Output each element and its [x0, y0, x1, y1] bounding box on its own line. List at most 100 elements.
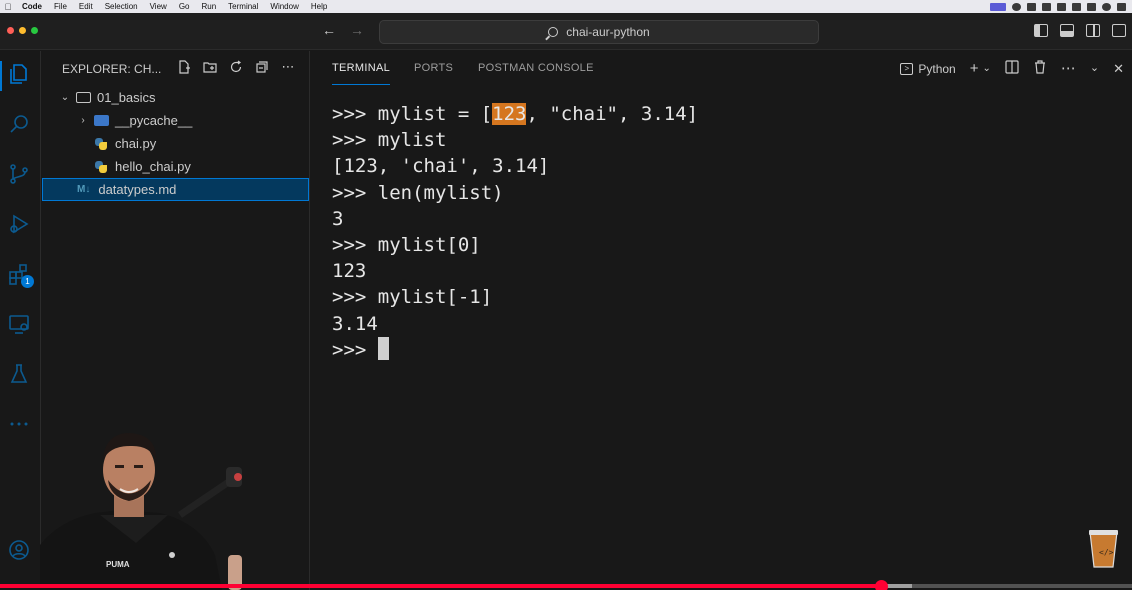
control-center-icon[interactable] [1102, 2, 1111, 11]
terminal-text: , "chai", 3.14] [526, 103, 699, 125]
python-file-icon [94, 137, 108, 151]
tree-folder-01-basics[interactable]: ⌄ 01_basics [42, 86, 309, 109]
zoom-window-button[interactable] [31, 27, 38, 34]
add-terminal-icon[interactable]: + [970, 61, 979, 76]
menu-terminal[interactable]: Terminal [228, 2, 258, 11]
customize-layout-icon[interactable] [1112, 24, 1126, 37]
new-file-icon[interactable] [177, 60, 191, 74]
terminal-line: 3 [332, 207, 344, 230]
bluetooth-icon[interactable] [1042, 2, 1051, 11]
tray-app-icon[interactable] [1012, 2, 1021, 11]
toggle-secondary-sidebar-icon[interactable] [1086, 24, 1100, 37]
panel-actions: > Python + ⌄ ⋯ ⌄ ✕ [900, 60, 1124, 77]
new-folder-icon[interactable] [203, 60, 217, 74]
terminal-line: [123, 'chai', 3.14] [332, 155, 550, 178]
more-actions-icon[interactable]: ⋯ [281, 60, 295, 74]
terminal-selection: 123 [492, 103, 527, 125]
command-center-search[interactable]: chai-aur-python [379, 20, 819, 44]
more-icon[interactable] [6, 411, 32, 437]
markdown-file-icon: M↓ [77, 184, 91, 195]
source-control-icon[interactable] [6, 161, 32, 187]
video-progress-bar[interactable] [0, 580, 1132, 590]
extensions-icon[interactable]: 1 [6, 261, 34, 288]
account-icon[interactable] [6, 537, 32, 563]
jacket-logo: PUMA [106, 560, 130, 569]
toggle-panel-icon[interactable] [1060, 24, 1074, 37]
tree-item-label: datatypes.md [98, 182, 177, 197]
tree-file-chai-py[interactable]: chai.py [42, 132, 309, 155]
extensions-badge: 1 [21, 275, 34, 288]
active-indicator [0, 61, 2, 91]
tree-item-label: chai.py [115, 136, 157, 151]
split-terminal-icon[interactable] [1005, 60, 1019, 77]
run-debug-icon[interactable] [6, 211, 32, 237]
svg-text:</>: </> [1099, 548, 1114, 557]
more-actions-icon[interactable]: ⋯ [1061, 61, 1076, 76]
layout-controls [1034, 24, 1126, 37]
menu-help[interactable]: Help [311, 2, 327, 11]
tree-file-datatypes-md[interactable]: M↓ datatypes.md [42, 178, 309, 201]
channel-logo-icon: </> [1089, 530, 1118, 568]
menu-view[interactable]: View [150, 2, 167, 11]
title-bar: ← → chai-aur-python [0, 13, 1132, 50]
screen-record-icon[interactable] [990, 2, 1006, 11]
terminal-output[interactable]: >>> mylist = [123, "chai", 3.14] >>> myl… [332, 101, 698, 363]
tree-folder-pycache[interactable]: › __pycache__ [42, 109, 309, 132]
status-tray [990, 0, 1126, 13]
trash-icon[interactable] [1033, 60, 1047, 77]
collapse-all-icon[interactable] [255, 60, 269, 74]
minimize-window-button[interactable] [19, 27, 26, 34]
close-window-button[interactable] [7, 27, 14, 34]
battery-icon[interactable] [1087, 2, 1096, 11]
terminal-line: >>> mylist [332, 129, 447, 152]
presenter-webcam: PUMA [40, 433, 242, 590]
menu-window[interactable]: Window [270, 2, 298, 11]
tray-app-icon[interactable] [1027, 2, 1036, 11]
tab-terminal[interactable]: TERMINAL [332, 62, 390, 74]
tab-ports[interactable]: PORTS [414, 62, 453, 74]
tree-item-label: 01_basics [97, 90, 156, 105]
menu-file[interactable]: File [54, 2, 67, 11]
terminal-icon: > [900, 62, 914, 75]
explorer-icon[interactable] [6, 61, 32, 87]
terminal-panel: TERMINAL PORTS POSTMAN CONSOLE > Python … [311, 51, 1132, 590]
remote-explorer-icon[interactable] [6, 311, 32, 337]
menu-app-name[interactable]: Code [22, 2, 42, 11]
close-panel-icon[interactable]: ✕ [1113, 61, 1124, 76]
chevron-down-icon: ⌄ [60, 92, 70, 103]
wifi-icon[interactable] [1072, 2, 1081, 11]
toggle-primary-sidebar-icon[interactable] [1034, 24, 1048, 37]
terminal-selector[interactable]: > Python [900, 62, 956, 76]
terminal-prompt-line: >>> [332, 336, 698, 363]
terminal-text: >>> mylist = [ [332, 103, 493, 125]
maximize-panel-icon[interactable]: ⌄ [1090, 61, 1099, 76]
folder-open-icon [76, 92, 91, 103]
refresh-icon[interactable] [229, 60, 243, 74]
terminal-prompt: >>> [332, 338, 378, 361]
menu-selection[interactable]: Selection [105, 2, 138, 11]
display-icon[interactable] [1057, 2, 1066, 11]
tree-file-hello-chai-py[interactable]: hello_chai.py [42, 155, 309, 178]
folder-icon [94, 115, 109, 126]
tab-postman-console[interactable]: POSTMAN CONSOLE [478, 62, 594, 74]
testing-icon[interactable] [6, 361, 32, 387]
terminal-line: >>> len(mylist) [332, 181, 504, 204]
arrow-left-icon[interactable]: ← [322, 22, 336, 38]
video-scrubber-handle[interactable] [874, 580, 888, 590]
activity-bar: 1 [0, 51, 41, 590]
menu-extra-icon[interactable] [1117, 2, 1126, 11]
video-progress-fill [0, 584, 881, 588]
panel-tabs: TERMINAL PORTS POSTMAN CONSOLE > Python … [311, 51, 1132, 86]
menu-edit[interactable]: Edit [79, 2, 93, 11]
search-icon[interactable] [6, 111, 32, 137]
menu-go[interactable]: Go [179, 2, 190, 11]
apple-icon[interactable]:  [4, 2, 12, 12]
chevron-right-icon: › [81, 115, 85, 126]
chevron-down-icon[interactable]: ⌄ [982, 61, 990, 76]
explorer-title: EXPLORER: CH... [62, 61, 162, 76]
tree-item-label: __pycache__ [115, 113, 193, 128]
arrow-right-icon[interactable]: → [350, 22, 364, 38]
menu-run[interactable]: Run [201, 2, 216, 11]
window-controls [7, 27, 38, 34]
terminal-line: 123 [332, 260, 367, 283]
